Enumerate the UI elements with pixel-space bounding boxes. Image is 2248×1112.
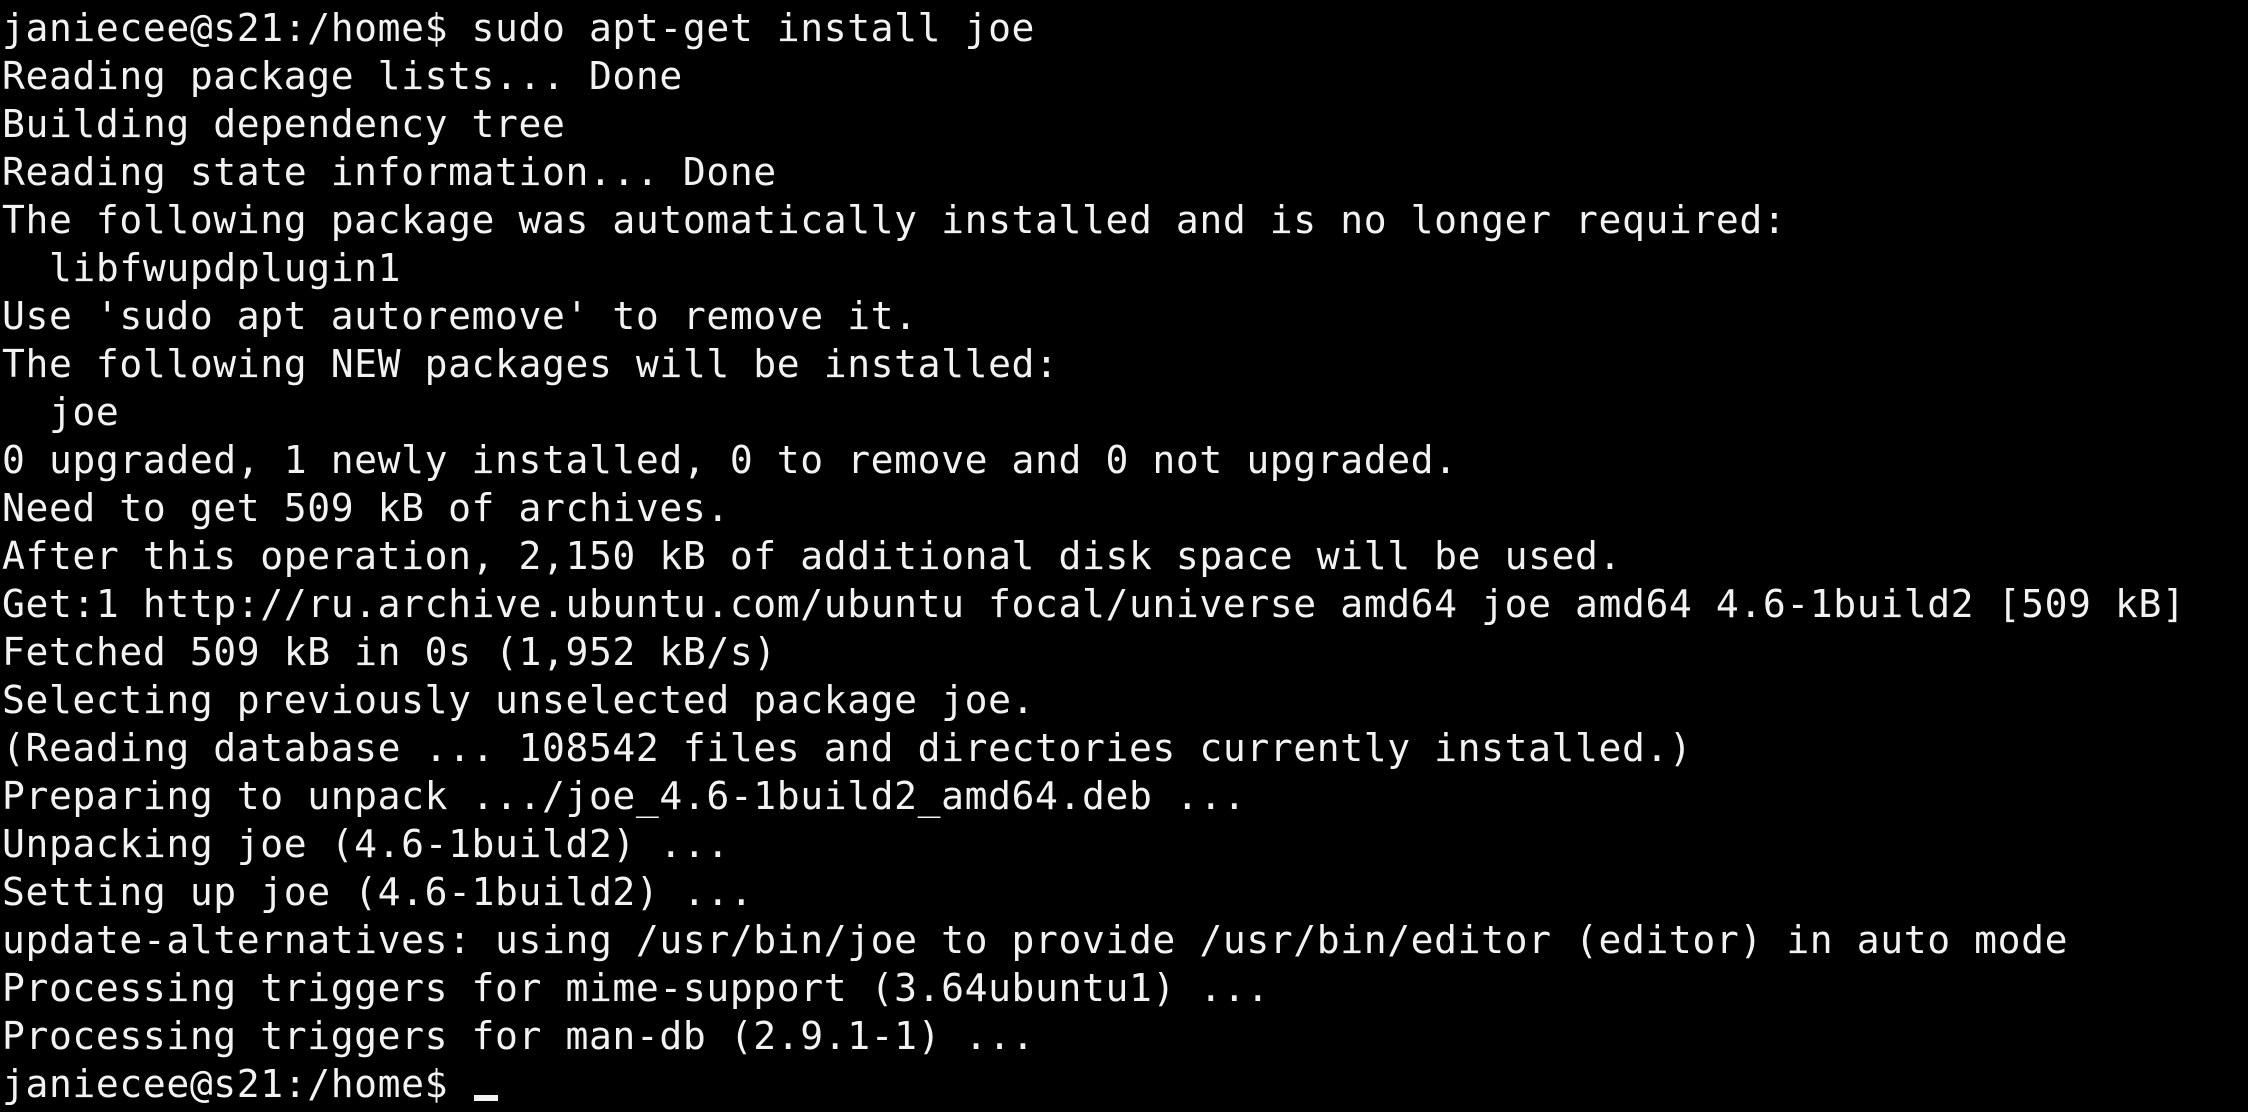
terminal-line: After this operation, 2,150 kB of additi…: [2, 534, 1622, 578]
terminal-line: The following NEW packages will be insta…: [2, 342, 1059, 386]
terminal-line-command: janiecee@s21:/home$ sudo apt-get install…: [2, 6, 1036, 50]
terminal-line: (Reading database ... 108542 files and d…: [2, 726, 1693, 770]
terminal-line: 0 upgraded, 1 newly installed, 0 to remo…: [2, 438, 1458, 482]
terminal-line: Reading package lists... Done: [2, 54, 683, 98]
terminal-window[interactable]: janiecee@s21:/home$ sudo apt-get install…: [0, 0, 2248, 1112]
terminal-line: Need to get 509 kB of archives.: [2, 486, 730, 530]
terminal-line: joe: [2, 390, 120, 434]
terminal-line: update-alternatives: using /usr/bin/joe …: [2, 918, 2069, 962]
terminal-line: Unpacking joe (4.6-1build2) ...: [2, 822, 730, 866]
shell-prompt: janiecee@s21:/home$: [2, 1062, 472, 1106]
terminal-line: Get:1 http://ru.archive.ubuntu.com/ubunt…: [2, 582, 2186, 626]
terminal-line: Use 'sudo apt autoremove' to remove it.: [2, 294, 918, 338]
text-cursor[interactable]: [473, 1095, 498, 1101]
terminal-line: libfwupdplugin1: [2, 246, 402, 290]
terminal-line: Reading state information... Done: [2, 150, 777, 194]
terminal-line: Fetched 509 kB in 0s (1,952 kB/s): [2, 630, 777, 674]
terminal-prompt-line[interactable]: janiecee@s21:/home$: [2, 1060, 2248, 1108]
terminal-line: Building dependency tree: [2, 102, 566, 146]
terminal-line: Setting up joe (4.6-1build2) ...: [2, 870, 754, 914]
terminal-line: Preparing to unpack .../joe_4.6-1build2_…: [2, 774, 1247, 818]
terminal-line: The following package was automatically …: [2, 198, 1787, 242]
terminal-line: Selecting previously unselected package …: [2, 678, 1036, 722]
terminal-line: Processing triggers for man-db (2.9.1-1)…: [2, 1014, 1036, 1058]
terminal-line: Processing triggers for mime-support (3.…: [2, 966, 1270, 1010]
